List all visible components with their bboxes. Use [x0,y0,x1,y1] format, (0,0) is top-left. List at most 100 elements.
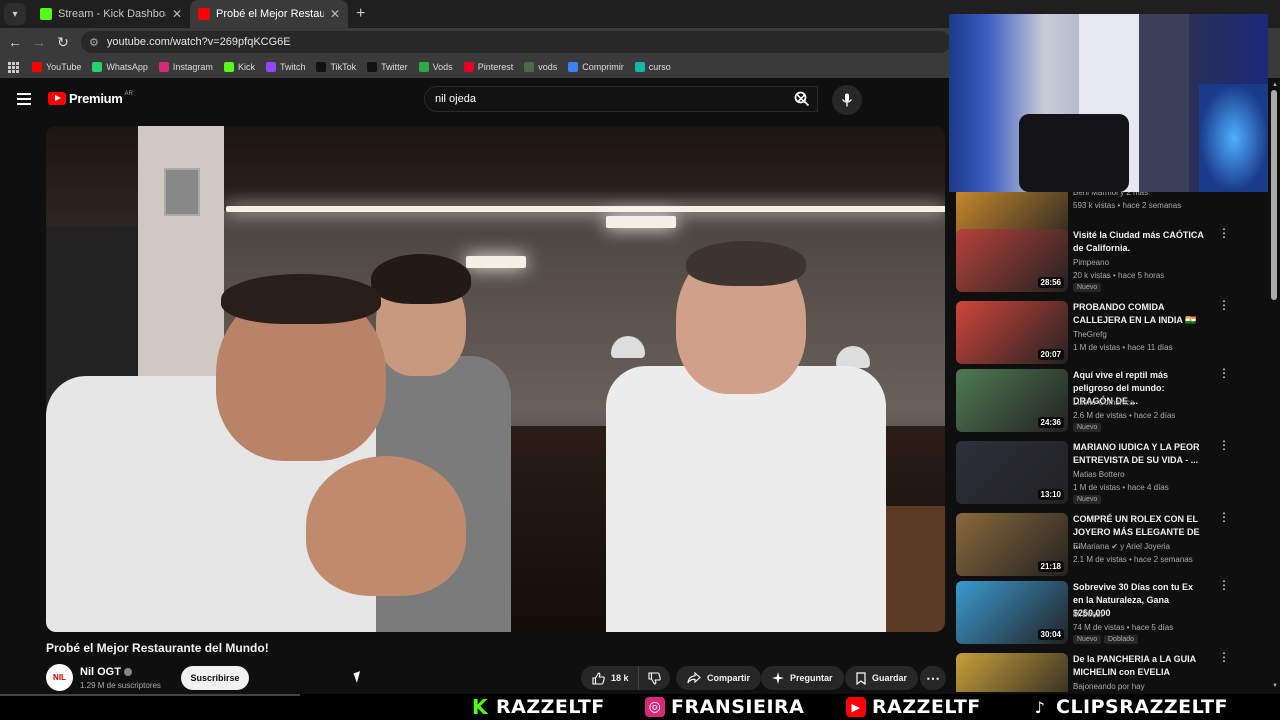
subscriber-count: 1.29 M de suscriptores [80,681,161,690]
save-button[interactable]: Guardar [845,666,919,690]
recommended-video[interactable]: 13:10 MARIANO IUDICA Y LA PEOR ENTREVISTA… [956,439,1236,505]
webcam-shelf [1139,14,1189,192]
more-vert-icon[interactable]: ⋮ [1218,651,1230,663]
video-thumbnail[interactable]: 30:04 [956,581,1068,644]
recommended-video[interactable]: De la PANCHERIA a LA GUIA MICHELIN con E… [956,651,1236,692]
forward-arrow-icon[interactable]: → [27,34,51,50]
video-frame-person [606,366,886,632]
subscribe-button[interactable]: Suscribirse [181,666,249,690]
video-thumbnail[interactable]: 28:56 [956,229,1068,292]
bookmark-twitter[interactable]: Twitter [367,62,408,72]
scroll-up-icon[interactable]: ▲ [1272,82,1278,88]
video-thumbnail[interactable]: 24:36 [956,369,1068,432]
more-vert-icon[interactable]: ⋮ [1218,511,1230,523]
dislike-button[interactable] [638,666,670,690]
youtube-premium-logo[interactable]: Premium AR [48,91,133,106]
recommended-video[interactable]: 30:04 Sobrevive 30 Días con tu Ex en la N… [956,579,1236,645]
video-frame-light [466,256,526,268]
video-thumbnail[interactable]: 21:18 [956,513,1068,576]
video-channel[interactable]: Bajoneando por hay [1073,682,1145,691]
channel-name[interactable]: Nil OGT [80,666,132,678]
tab-youtube-video[interactable]: Probé el Mejor Restaurante del ✕ [190,0,348,28]
bookmark-pinterest[interactable]: Pinterest [463,62,514,72]
search-input[interactable]: nil ojeda ✕ [424,86,818,112]
bookmark-comprimir[interactable]: Comprimir [568,62,624,72]
tiktok-icon: ♪ [1030,697,1050,717]
instagram-icon [158,62,169,72]
bookmark-curso[interactable]: curso [634,62,671,72]
banner-item-instagram: ◎ FRANSIEIRA [645,694,804,720]
video-title[interactable]: MARIANO IUDICA Y LA PEOR ENTREVISTA DE S… [1073,441,1205,467]
banner-text: FRANSIEIRA [671,696,805,718]
channel-avatar[interactable]: NIL [46,664,73,691]
bookmark-instagram[interactable]: Instagram [158,62,213,72]
bookmark-youtube[interactable]: YouTube [32,62,81,72]
share-button[interactable]: Compartir [676,666,762,690]
bookmark-vods[interactable]: vods [524,62,557,72]
video-title[interactable]: De la PANCHERIA a LA GUIA MICHELIN con E… [1073,653,1205,679]
recommended-video[interactable]: 21:18 COMPRÉ UN ROLEX CON EL JOYERO MÁS E… [956,511,1236,577]
video-thumbnail[interactable]: 13:10 [956,441,1068,504]
video-channel[interactable]: ElMariana ✔ y Ariel Joyeria [1073,542,1170,551]
bookmark-twitch[interactable]: Twitch [265,62,305,72]
video-thumbnail[interactable] [956,653,1068,692]
bookmark-label: Instagram [172,62,213,72]
more-vert-icon[interactable]: ⋮ [1218,579,1230,591]
more-vert-icon[interactable]: ⋮ [1218,367,1230,379]
video-channel[interactable]: TheGrefg [1073,330,1107,339]
video-title[interactable]: Visité la Ciudad más CAÓTICA de Californ… [1073,229,1205,255]
instagram-icon: ◎ [645,697,665,717]
recommended-video[interactable]: 24:36 Aquí vive el reptil más peligroso d… [956,367,1236,433]
compress-icon [568,62,579,72]
video-meta: 1 M de vistas • hace 4 días [1073,483,1169,492]
search-button[interactable] [786,86,818,112]
microphone-icon [841,93,853,107]
video-frame-person [686,241,806,286]
more-actions-button[interactable]: ⋯ [920,666,946,690]
video-duration: 13:10 [1037,489,1064,500]
bookmark-label: WhatsApp [106,62,148,72]
bookmark-label: Pinterest [477,62,514,72]
new-tab-icon[interactable]: + [356,5,365,23]
ask-button[interactable]: Preguntar [761,666,844,690]
apps-grid-icon[interactable] [8,62,19,73]
scroll-down-icon[interactable]: ▼ [1272,683,1278,689]
url-text: youtube.com/watch?v=269pfqKCG6E [106,36,291,48]
video-channel[interactable]: Luisito Comunica [1073,398,1134,407]
search-icon [794,91,810,107]
voice-search-button[interactable] [832,85,862,115]
menu-icon[interactable] [17,93,31,108]
back-arrow-icon[interactable]: ← [3,34,27,50]
reload-icon[interactable]: ↻ [51,34,75,51]
more-vert-icon[interactable]: ⋮ [1218,439,1230,451]
bookmark-kick[interactable]: Kick [223,62,255,72]
recommended-video[interactable]: 20:07 PROBANDO COMIDA CALLEJERA EN LA IND… [956,299,1236,365]
sidebar-scrollbar[interactable] [1271,90,1277,300]
video-channel[interactable]: MrBeast [1073,610,1103,619]
url-field[interactable]: ⚙ youtube.com/watch?v=269pfqKCG6E [81,31,951,53]
site-settings-icon[interactable]: ⚙ [89,36,99,49]
recommended-video[interactable]: 28:56 Visité la Ciudad más CAÓTICA de Cal… [956,227,1236,293]
bookmark-whatsapp[interactable]: WhatsApp [92,62,148,72]
youtube-header: Premium AR nil ojeda ✕ [0,80,948,120]
logo-text: Premium [69,91,123,106]
tab-close-icon[interactable]: ✕ [330,7,340,21]
tab-kick-dashboard[interactable]: Stream - Kick Dashboard ✕ [32,0,190,28]
video-title[interactable]: PROBANDO COMIDA CALLEJERA EN LA INDIA 🇮🇳 [1073,301,1205,327]
new-badge: Nuevo [1073,495,1102,504]
video-channel[interactable]: Beni Marmol y 2 más [1073,192,1148,197]
course-icon [634,62,645,72]
more-vert-icon[interactable]: ⋮ [1218,299,1230,311]
video-channel[interactable]: Matias Bottero [1073,470,1125,479]
bookmark-vods[interactable]: Vods [418,62,453,72]
webcam-chair [1019,114,1129,192]
kick-favicon-icon [40,8,52,20]
video-player[interactable] [46,126,945,632]
tab-close-icon[interactable]: ✕ [172,7,182,21]
bookmark-tiktok[interactable]: TikTok [316,62,356,72]
tab-search-chevron-icon[interactable]: ▾ [4,3,26,25]
video-channel[interactable]: Pimpeano [1073,258,1109,267]
more-vert-icon[interactable]: ⋮ [1218,227,1230,239]
like-button[interactable]: 18 k [581,666,641,690]
video-thumbnail[interactable]: 20:07 [956,301,1068,364]
